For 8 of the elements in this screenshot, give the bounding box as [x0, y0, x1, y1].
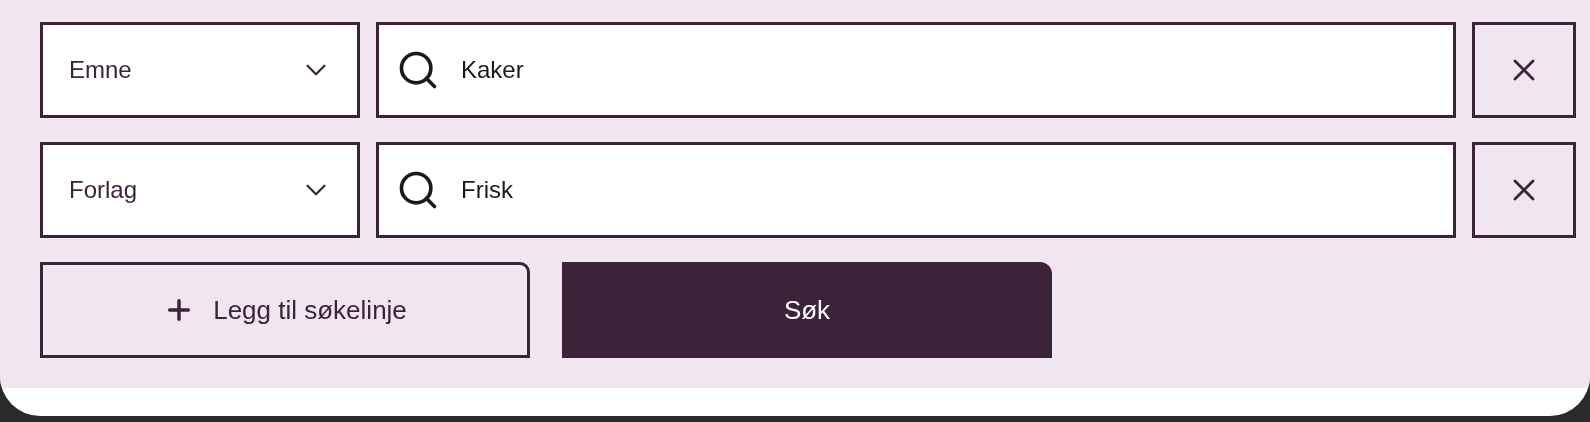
field-dropdown[interactable]: Forlag	[40, 142, 360, 238]
clear-button[interactable]	[1472, 142, 1576, 238]
field-dropdown[interactable]: Emne	[40, 22, 360, 118]
search-field[interactable]: Kaker	[376, 22, 1456, 118]
search-button[interactable]: Søk	[562, 262, 1052, 358]
add-search-line-button[interactable]: Legg til søkelinje	[40, 262, 530, 358]
search-field[interactable]: Frisk	[376, 142, 1456, 238]
clear-button[interactable]	[1472, 22, 1576, 118]
